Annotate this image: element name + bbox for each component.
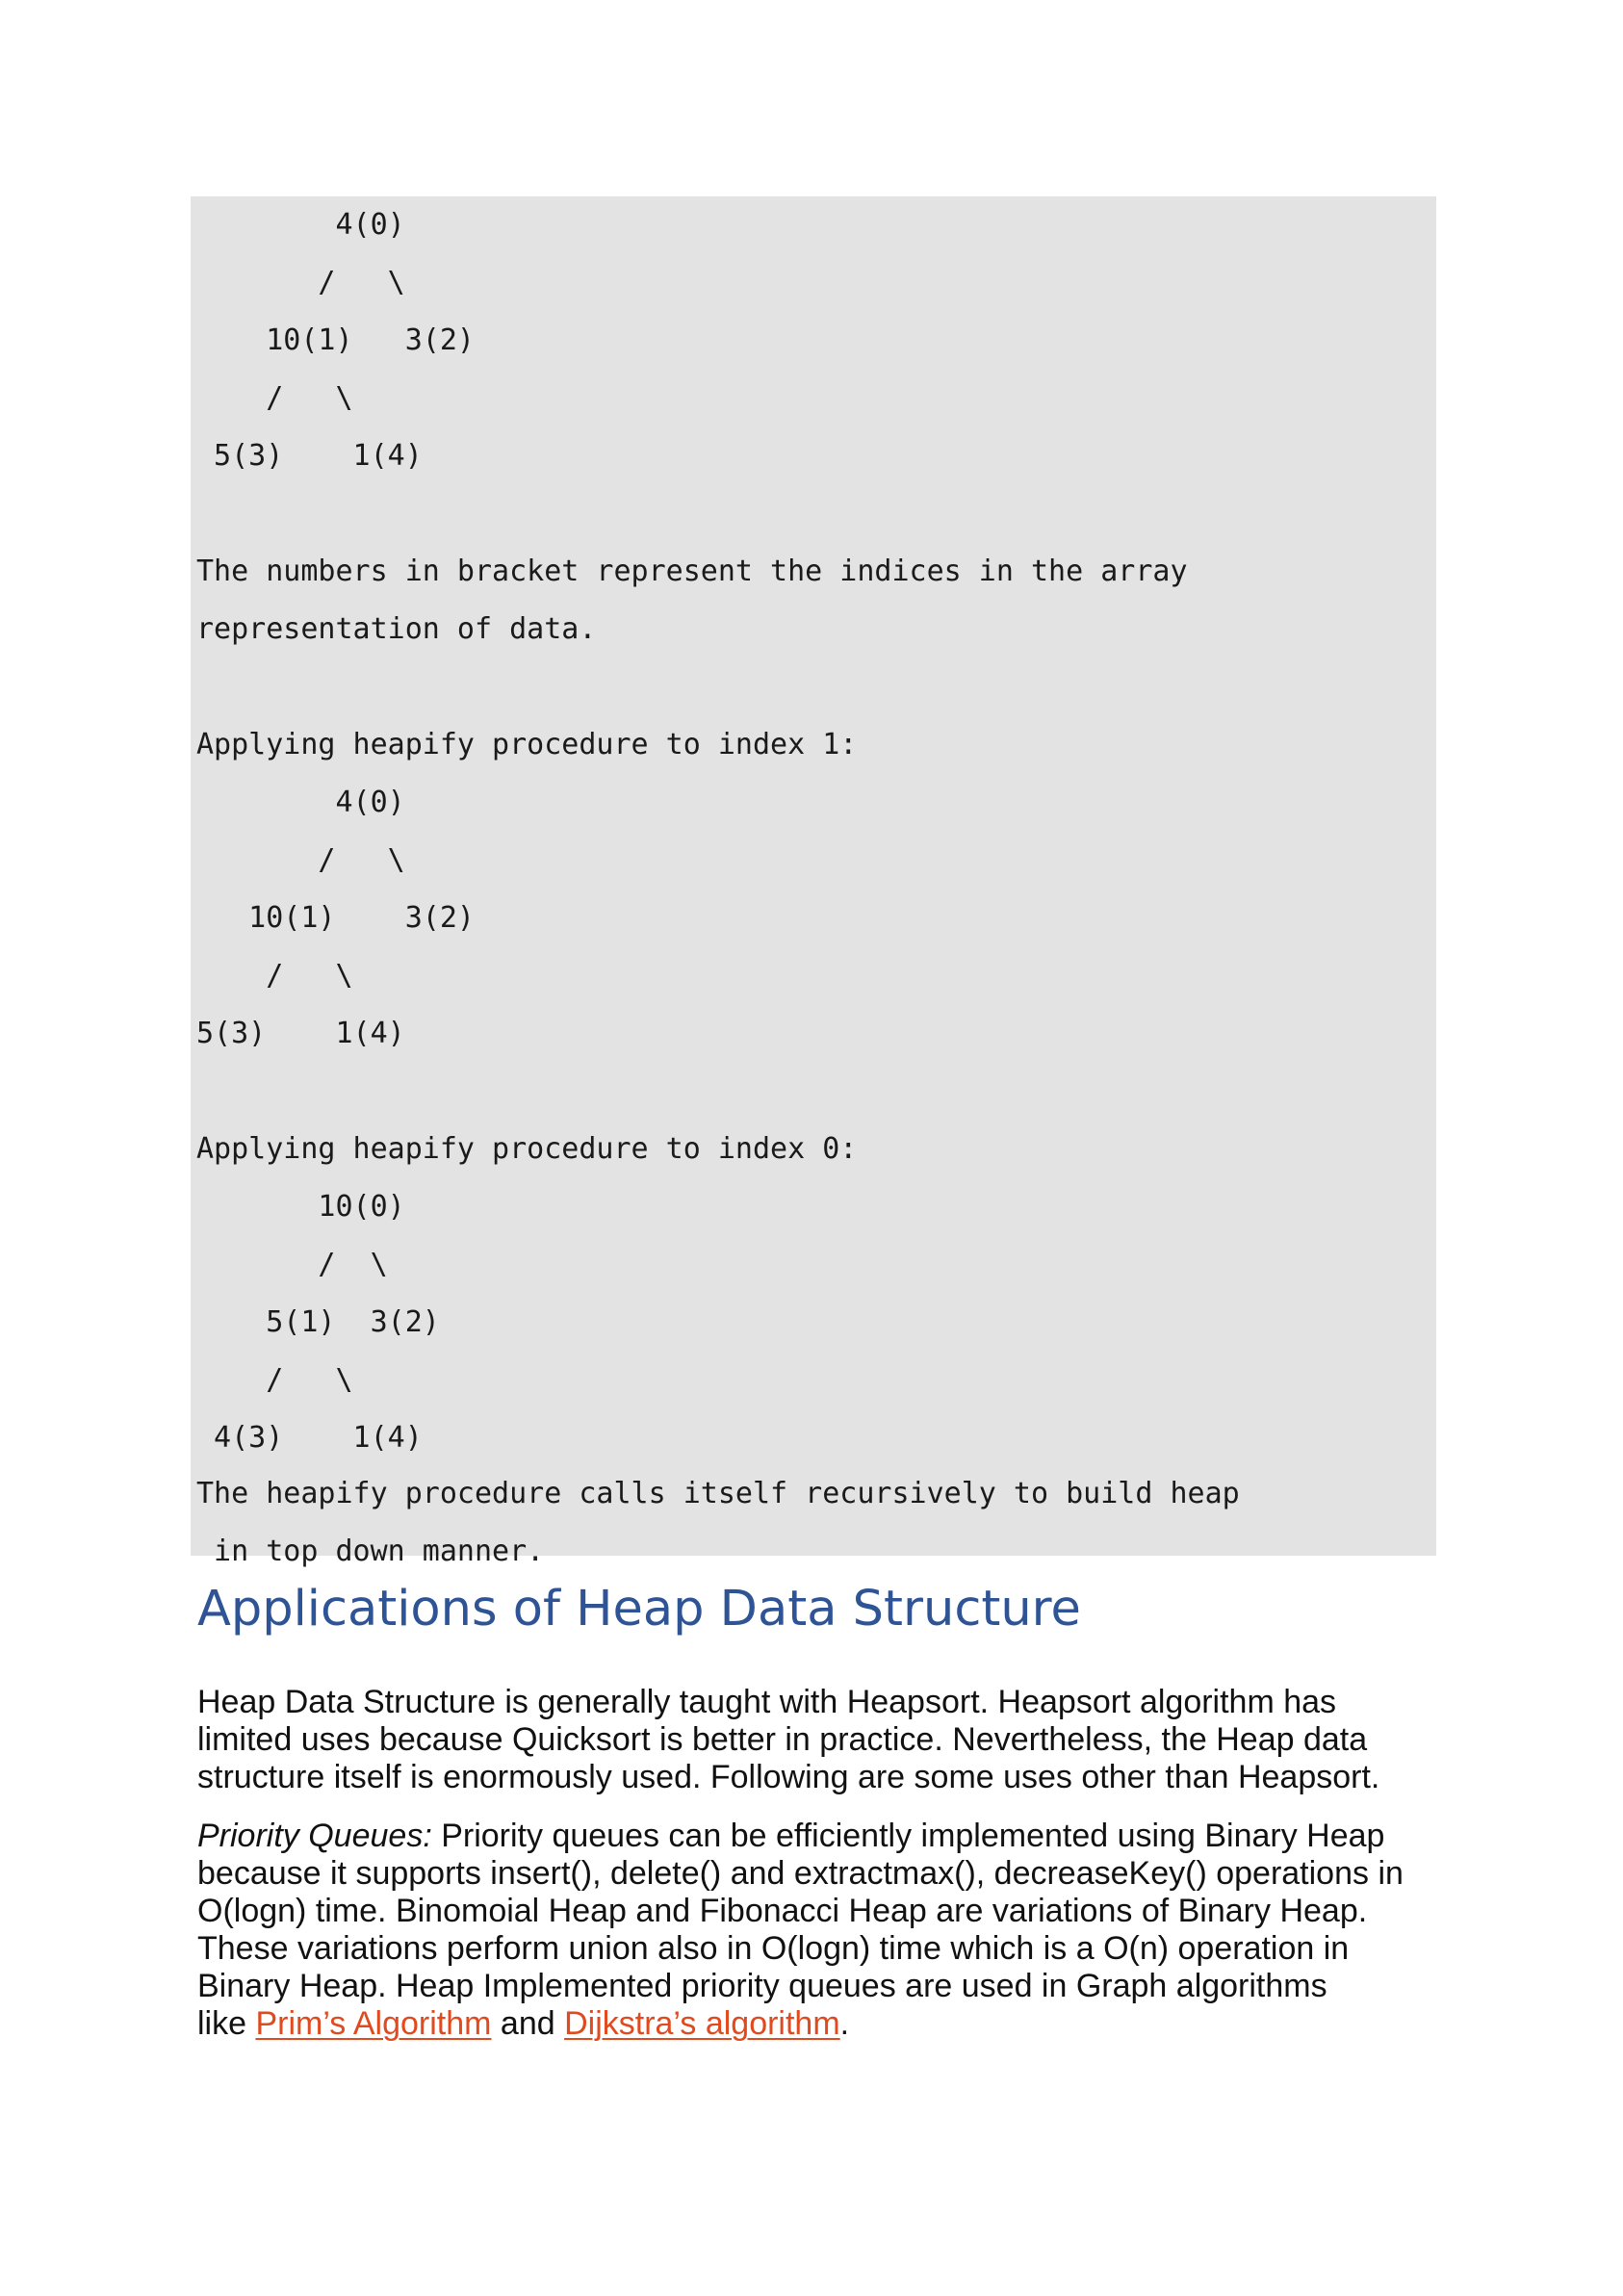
intro-line: limited uses because Quicksort is better… <box>197 1721 1368 1758</box>
code-line: The numbers in bracket represent the ind… <box>196 555 1188 588</box>
code-line: The heapify procedure calls itself recur… <box>196 1477 1240 1510</box>
code-line: 5(3) 1(4) <box>196 439 423 473</box>
code-block: 4(0) / \ 10(1) 3(2) / \ 5(3) 1(4) The nu… <box>191 196 1436 1568</box>
intro-line: structure itself is enormously used. Fol… <box>197 1759 1380 1795</box>
code-line: 4(3) 1(4) <box>196 1421 423 1455</box>
code-line: 4(0) <box>196 786 405 819</box>
intro-paragraph: Heap Data Structure is generally taught … <box>197 1684 1439 1796</box>
section-heading: Applications of Heap Data Structure <box>197 1581 1081 1638</box>
code-line: / \ <box>196 381 353 415</box>
priority-queues-term: Priority Queues: <box>197 1818 432 1854</box>
code-line: 10(1) 3(2) <box>196 901 475 935</box>
code-line: Applying heapify procedure to index 0: <box>196 1132 858 1166</box>
intro-line: Heap Data Structure is generally taught … <box>197 1684 1337 1720</box>
code-line: 10(0) <box>196 1190 405 1224</box>
code-line: 4(0) <box>196 208 405 242</box>
code-line: / \ <box>196 1363 353 1397</box>
pq-line: like Prim’s Algorithm and Dijkstra’s alg… <box>197 2005 1439 2043</box>
priority-queues-paragraph: Priority Queues: Priority queues can be … <box>197 1818 1439 2043</box>
pq-line: O(logn) time. Binomoial Heap and Fibonac… <box>197 1893 1368 1929</box>
code-line: 10(1) 3(2) <box>196 323 475 357</box>
code-line: / \ <box>196 959 353 993</box>
code-line: 5(3) 1(4) <box>196 1017 405 1050</box>
code-line: representation of data. <box>196 612 597 646</box>
code-line: / \ <box>196 843 405 877</box>
code-line: / \ <box>196 266 405 299</box>
code-line: / \ <box>196 1248 388 1281</box>
pq-line: Priority Queues: Priority queues can be … <box>197 1818 1439 1855</box>
code-line: 5(1) 3(2) <box>196 1305 440 1339</box>
and-text: and <box>491 2005 565 2042</box>
pq-like-text: like <box>197 2005 256 2042</box>
prims-algorithm-link[interactable]: Prim’s Algorithm <box>255 2005 491 2042</box>
code-line: in top down manner. <box>196 1535 545 1568</box>
code-line: Applying heapify procedure to index 1: <box>196 728 858 761</box>
pq-line: These variations perform union also in O… <box>197 1930 1350 1967</box>
dijkstras-algorithm-link[interactable]: Dijkstra’s algorithm <box>564 2005 840 2042</box>
pq-line: Binary Heap. Heap Implemented priority q… <box>197 1968 1327 2004</box>
pq-line-text: Priority queues can be efficiently imple… <box>431 1818 1385 1854</box>
pq-line: because it supports insert(), delete() a… <box>197 1855 1404 1892</box>
period-text: . <box>839 2005 850 2042</box>
